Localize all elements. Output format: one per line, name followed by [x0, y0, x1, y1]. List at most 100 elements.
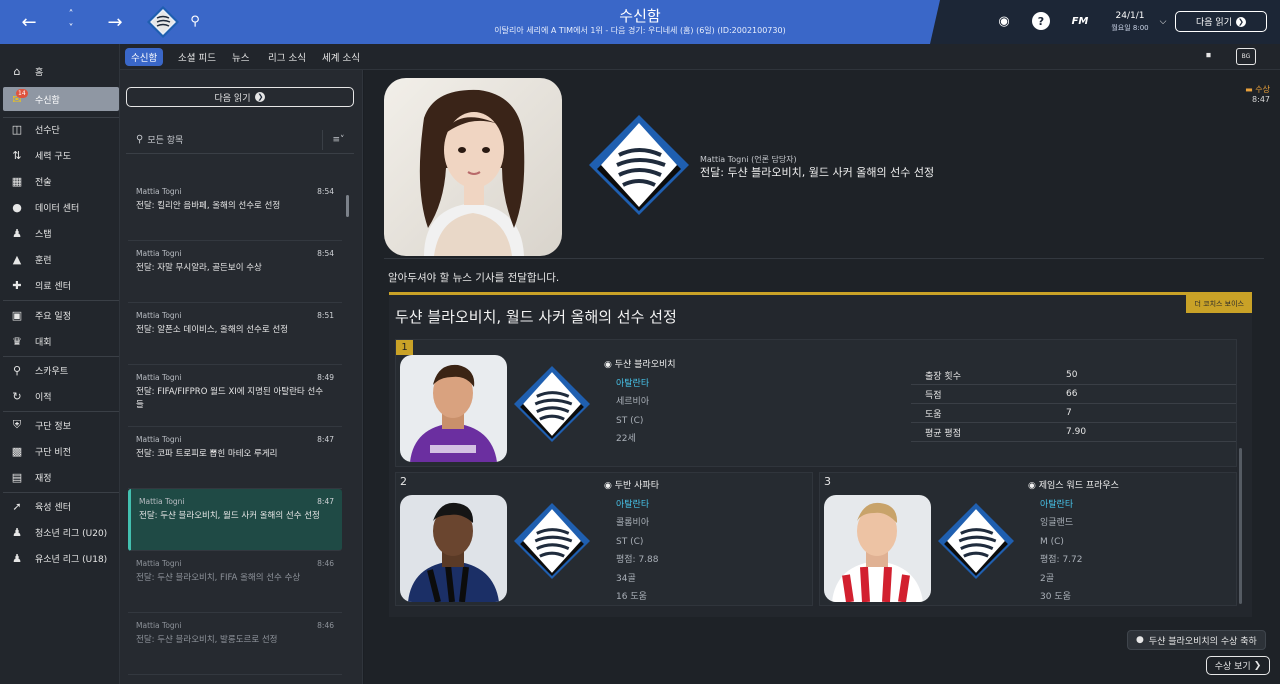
player-card-3: 3 ◉ 제임스 워드 프라우스 아탈란타 잉글랜드 M (C) 평점: 7.72…: [819, 472, 1237, 606]
player-photo[interactable]: [824, 495, 931, 602]
next-read-label: 다음 읽기: [214, 93, 251, 104]
sidebar-item-development[interactable]: ➚ 육성 센터: [3, 494, 119, 518]
list-item-selected[interactable]: Mattia Togni 8:47 전달: 두샨 블라오비치, 월드 사커 올해…: [128, 489, 342, 551]
staff-icon: ♟: [12, 226, 22, 240]
arrow-right-circle-icon: ❯: [1235, 16, 1246, 27]
player-name[interactable]: ◉ 두샨 블라오비치: [604, 356, 676, 375]
sidebar-item-club-info[interactable]: ⛨ 구단 정보: [3, 413, 119, 437]
sidebar-item-data-center[interactable]: ● 데이터 센터: [3, 195, 119, 219]
player-stats-table: 출장 횟수 50 득점 66 도움 7 평균 평점 7.90: [911, 366, 1236, 442]
player-position: M (C): [1040, 536, 1064, 547]
message-list-pane: 다음 읽기 ❯ ⚲ 모든 항목 ≡˅ Mattia Togni 8:54 전달:…: [120, 70, 363, 684]
sidebar-item-transfers[interactable]: ↻ 이적: [3, 384, 119, 408]
player-assists: 30 도움: [1040, 592, 1071, 602]
sidebar-item-squad[interactable]: ◫ 선수단: [3, 117, 119, 141]
sidebar-item-u20[interactable]: ♟ 청소년 리그 (U20): [3, 520, 119, 544]
shield-icon: ⛨: [12, 418, 22, 431]
top-bar: ← ˄ ˅ → ⚲ 수신함 이탈리아 세리에 A TIM에서 1위 - 다음 경기…: [0, 0, 1280, 44]
help-icon[interactable]: ?: [1032, 12, 1050, 30]
tab-news[interactable]: 뉴스: [226, 48, 255, 66]
player-name[interactable]: ◉ 두반 사파타: [604, 477, 659, 496]
chevron-right-icon: ❯: [1253, 660, 1262, 671]
tab-world-news[interactable]: 세계 소식: [316, 48, 366, 66]
list-item[interactable]: Mattia Togni 8:51 전달: 알폰소 데이비스, 올해의 선수로 …: [128, 303, 342, 365]
sidebar-item-schedule[interactable]: ▣ 주요 일정: [3, 303, 119, 327]
player-card-1: 1 ◉ 두샨 블라오비치 아탈란타 세르비아 ST (C) 22세 출장 횟수 …: [395, 339, 1237, 467]
view-award-button[interactable]: 수상 보기 ❯: [1206, 656, 1270, 675]
sidebar-item-medical[interactable]: ✚ 의료 센터: [3, 273, 119, 297]
sidebar-item-home[interactable]: ⌂ 홈: [3, 59, 119, 83]
list-item[interactable]: Mattia Togni 8:46 전달: 두샨 블라오비치, FIFA 올해의…: [128, 551, 342, 613]
rank-number: 2: [400, 475, 407, 488]
next-read-button[interactable]: 다음 읽기 ❯: [126, 87, 354, 107]
article-scrollbar[interactable]: [1239, 448, 1242, 604]
player-photo[interactable]: [400, 495, 507, 602]
youth-icon: ♟: [12, 551, 22, 565]
stat-row: 득점 66: [911, 385, 1236, 404]
divider: [384, 258, 1264, 259]
sidebar-item-training[interactable]: ▲ 훈련: [3, 247, 119, 271]
transfer-icon: ↻: [12, 389, 22, 403]
sidebar-item-scouting[interactable]: ⚲ 스카우트: [3, 358, 119, 382]
club-logo-icon[interactable]: [514, 503, 590, 579]
tab-league-news[interactable]: 리그 소식: [262, 48, 312, 66]
chevron-down-icon[interactable]: ⌵: [1156, 13, 1170, 31]
list-item[interactable]: Mattia Togni 8:54 전달: 킬리안 음바페, 올해의 선수로 선…: [128, 179, 342, 241]
congratulate-button[interactable]: ● 두샨 블라오비치의 수상 축하: [1127, 630, 1266, 650]
stat-row: 도움 7: [911, 404, 1236, 423]
development-icon: ➚: [12, 499, 22, 513]
sidebar-item-tactics[interactable]: ▦ 전술: [3, 169, 119, 193]
player-info: ◉ 두샨 블라오비치 아탈란타 세르비아 ST (C) 22세: [604, 356, 676, 449]
filter-menu-icon[interactable]: ≡˅: [322, 130, 354, 150]
fm-menu-button[interactable]: FM: [1067, 12, 1093, 30]
player-club[interactable]: 아탈란타: [1028, 496, 1119, 515]
vision-icon: ▩: [11, 444, 23, 458]
club-logo-icon[interactable]: [938, 503, 1014, 579]
background-toggle-icon[interactable]: BG: [1236, 48, 1256, 65]
sidebar-item-u18[interactable]: ♟ 유소년 리그 (U18): [3, 546, 119, 570]
globe-icon[interactable]: ◉: [995, 12, 1013, 30]
message-subject: 전달: 두샨 블라오비치, 월드 사커 올해의 선수 선정: [700, 166, 935, 179]
stat-row: 평균 평점 7.90: [911, 423, 1236, 442]
tab-social-feed[interactable]: 소셜 피드: [172, 48, 222, 66]
player-club[interactable]: 아탈란타: [604, 496, 659, 515]
player-info: ◉ 제임스 워드 프라우스 아탈란타 잉글랜드 M (C) 평점: 7.72 2…: [1028, 477, 1119, 607]
sender-photo: [384, 78, 562, 256]
person-icon: ◉: [604, 360, 615, 370]
sidebar-item-staff[interactable]: ♟ 스탭: [3, 221, 119, 245]
trophy-icon: ♛: [12, 334, 22, 348]
lock-icon[interactable]: ⏹: [1206, 50, 1211, 61]
tab-inbox[interactable]: 수신함: [125, 48, 164, 66]
club-logo-icon[interactable]: [514, 366, 590, 442]
list-item[interactable]: Mattia Togni 8:47 전달: 코파 트로피로 뽑힌 마테오 루게리: [128, 427, 342, 489]
player-nation: 콜롬비아: [616, 518, 650, 528]
unread-badge: 14: [16, 89, 28, 98]
player-club[interactable]: 아탈란타: [604, 375, 676, 394]
training-icon: ▲: [12, 252, 22, 266]
sidebar-item-competitions[interactable]: ♛ 대회: [3, 329, 119, 353]
search-input[interactable]: 모든 항목: [147, 133, 183, 146]
article-title: 두샨 블라오비치, 월드 사커 올해의 선수 선정: [395, 308, 677, 326]
message-search[interactable]: ⚲ 모든 항목 ≡˅: [126, 126, 354, 154]
player-goals: 34골: [616, 573, 636, 584]
sidebar-divider: [3, 492, 119, 493]
player-photo[interactable]: [400, 355, 507, 462]
person-icon: ◉: [1028, 481, 1039, 491]
list-item[interactable]: Mattia Togni 8:54 전달: 자말 무시알라, 골든보이 수상: [128, 241, 342, 303]
next-read-button-top[interactable]: 다음 읽기 ❯: [1175, 11, 1267, 32]
finance-icon: ▤: [11, 470, 23, 484]
message-time: 8:47: [1252, 95, 1270, 104]
list-item[interactable]: Mattia Togni 8:49 전달: FIFA/FIFPRO 월드 XI에…: [128, 365, 342, 427]
rank-number: 3: [824, 475, 831, 488]
sidebar-item-dynamics[interactable]: ⇅ 세력 구도: [3, 143, 119, 167]
sidebar-item-club-vision[interactable]: ▩ 구단 비전: [3, 439, 119, 463]
list-scrollbar[interactable]: [346, 195, 349, 217]
dynamics-icon: ⇅: [12, 148, 22, 162]
list-item[interactable]: Mattia Togni 8:46 전달: 두샨 블라오비치, 발롱도르로 선정: [128, 613, 342, 675]
sidebar-item-inbox[interactable]: ✉ 14 수신함: [3, 87, 119, 111]
message-intro: 알아두셔야 할 뉴스 기사를 전달합니다.: [388, 272, 560, 284]
sidebar-item-finances[interactable]: ▤ 재정: [3, 465, 119, 489]
player-name[interactable]: ◉ 제임스 워드 프라우스: [1028, 477, 1119, 496]
player-goals: 2골: [1040, 573, 1055, 584]
search-icon: ⚲: [136, 134, 144, 145]
